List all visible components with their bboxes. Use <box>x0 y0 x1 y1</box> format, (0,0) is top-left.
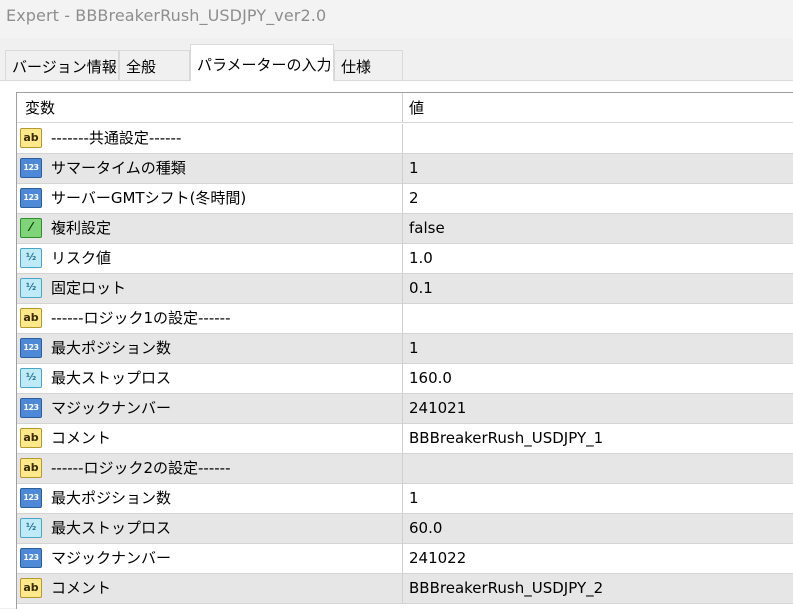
parameter-row[interactable]: ½ リスク値 1.0 <box>17 244 793 274</box>
parameter-name-cell: 123 サマータイムの種類 <box>17 154 403 183</box>
parameter-row[interactable]: 123 最大ポジション数 1 <box>17 334 793 364</box>
parameter-row[interactable]: ab ------ロジック1の設定------ <box>17 304 793 334</box>
parameter-name-cell: 123 マジックナンバー <box>17 394 403 423</box>
parameter-name: サーバーGMTシフト(冬時間) <box>51 189 247 207</box>
integer-icon: 123 <box>20 548 42 568</box>
column-header-variable-label: 変数 <box>25 99 56 117</box>
parameter-value[interactable]: 241022 <box>409 544 466 573</box>
parameter-value[interactable]: 1 <box>409 154 419 183</box>
parameters-table: 変数 値 ab -------共通設定------ 123 サマータイムの種類 1 123… <box>16 92 793 609</box>
parameter-name: コメント <box>51 579 112 597</box>
parameter-name: 最大ストップロス <box>51 369 172 387</box>
parameter-name-cell: ab コメント <box>17 574 403 603</box>
parameter-row[interactable]: ½ 固定ロット 0.1 <box>17 274 793 304</box>
parameter-row[interactable]: ½ 最大ストップロス 160.0 <box>17 364 793 394</box>
parameter-name-cell: ½ 最大ストップロス <box>17 514 403 543</box>
string-icon: ab <box>20 308 42 328</box>
parameter-row[interactable]: ab コメント BBBreakerRush_USDJPY_2 <box>17 574 793 604</box>
parameter-name: 最大ストップロス <box>51 519 172 537</box>
parameter-name: ------ロジック1の設定------ <box>51 309 231 327</box>
integer-icon: 123 <box>20 158 42 178</box>
parameter-name-cell: 123 マジックナンバー <box>17 544 403 573</box>
parameter-name: マジックナンバー <box>51 399 172 417</box>
parameter-row[interactable]: 123 サーバーGMTシフト(冬時間) 2 <box>17 184 793 214</box>
table-header: 変数 値 <box>17 93 793 123</box>
window-title: Expert - BBBreakerRush_USDJPY_ver2.0 <box>6 6 327 25</box>
integer-icon: 123 <box>20 338 42 358</box>
parameter-row[interactable]: ⁄ 複利設定 false <box>17 214 793 244</box>
parameter-name-cell: ⁄ 複利設定 <box>17 214 403 243</box>
tab-input-parameters[interactable]: パラメーターの入力 <box>190 44 334 81</box>
parameter-value[interactable]: BBBreakerRush_USDJPY_1 <box>409 424 603 453</box>
parameter-value[interactable]: BBBreakerRush_USDJPY_2 <box>409 574 603 603</box>
boolean-icon: ⁄ <box>20 218 42 238</box>
parameter-row[interactable]: 123 マジックナンバー 241022 <box>17 544 793 574</box>
column-header-value[interactable]: 値 <box>409 93 424 122</box>
string-icon: ab <box>20 458 42 478</box>
parameter-name: 固定ロット <box>51 279 127 297</box>
double-icon: ½ <box>20 368 42 388</box>
parameter-row[interactable]: ½ 最大ストップロス 60.0 <box>17 514 793 544</box>
parameter-value[interactable]: 241021 <box>409 394 466 423</box>
parameter-name: コメント <box>51 429 112 447</box>
title-bar: Expert - BBBreakerRush_USDJPY_ver2.0 <box>0 0 793 38</box>
parameter-value[interactable]: 1.0 <box>409 244 433 273</box>
parameter-row[interactable]: 123 マジックナンバー 241021 <box>17 394 793 424</box>
parameter-name-cell: ½ リスク値 <box>17 244 403 273</box>
parameter-name: リスク値 <box>51 249 112 267</box>
parameter-name: サマータイムの種類 <box>51 159 186 177</box>
parameter-value[interactable]: 2 <box>409 184 419 213</box>
parameter-name: 最大ポジション数 <box>51 339 172 357</box>
parameter-name-cell: ab ------ロジック2の設定------ <box>17 454 403 483</box>
parameter-value[interactable]: 1 <box>409 484 419 513</box>
parameter-name-cell: 123 サーバーGMTシフト(冬時間) <box>17 184 403 213</box>
parameter-name-cell: ab -------共通設定------ <box>17 124 403 153</box>
parameter-value[interactable]: 1 <box>409 334 419 363</box>
parameter-value[interactable]: 0.1 <box>409 274 433 303</box>
integer-icon: 123 <box>20 188 42 208</box>
integer-icon: 123 <box>20 488 42 508</box>
parameter-row[interactable]: ab -------共通設定------ <box>17 124 793 154</box>
string-icon: ab <box>20 578 42 598</box>
string-icon: ab <box>20 428 42 448</box>
parameter-name-cell: ½ 固定ロット <box>17 274 403 303</box>
parameter-name: 最大ポジション数 <box>51 489 172 507</box>
parameter-name-cell: ab ------ロジック1の設定------ <box>17 304 403 333</box>
parameter-name-cell: 123 最大ポジション数 <box>17 484 403 513</box>
parameter-value[interactable]: false <box>409 214 445 243</box>
string-icon: ab <box>20 128 42 148</box>
parameter-row[interactable]: 123 最大ポジション数 1 <box>17 484 793 514</box>
parameter-value[interactable]: 60.0 <box>409 514 442 543</box>
parameter-name-cell: ab コメント <box>17 424 403 453</box>
parameter-name-cell: 123 最大ポジション数 <box>17 334 403 363</box>
tab-general[interactable]: 全般 <box>119 50 190 80</box>
parameter-row[interactable]: ab ------ロジック2の設定------ <box>17 454 793 484</box>
double-icon: ½ <box>20 248 42 268</box>
parameter-value[interactable]: 160.0 <box>409 364 452 393</box>
parameter-name: 複利設定 <box>51 219 112 237</box>
tab-specification[interactable]: 仕様 <box>334 50 403 80</box>
parameter-row[interactable]: 123 サマータイムの種類 1 <box>17 154 793 184</box>
parameter-name-cell: ½ 最大ストップロス <box>17 364 403 393</box>
parameter-name: -------共通設定------ <box>51 129 182 147</box>
tab-version-info[interactable]: バージョン情報 <box>5 50 119 80</box>
parameter-name: マジックナンバー <box>51 549 172 567</box>
integer-icon: 123 <box>20 398 42 418</box>
parameter-name: ------ロジック2の設定------ <box>51 459 231 477</box>
column-header-variable[interactable]: 変数 <box>17 93 403 122</box>
double-icon: ½ <box>20 278 42 298</box>
double-icon: ½ <box>20 518 42 538</box>
parameter-row[interactable]: ab コメント BBBreakerRush_USDJPY_1 <box>17 424 793 454</box>
